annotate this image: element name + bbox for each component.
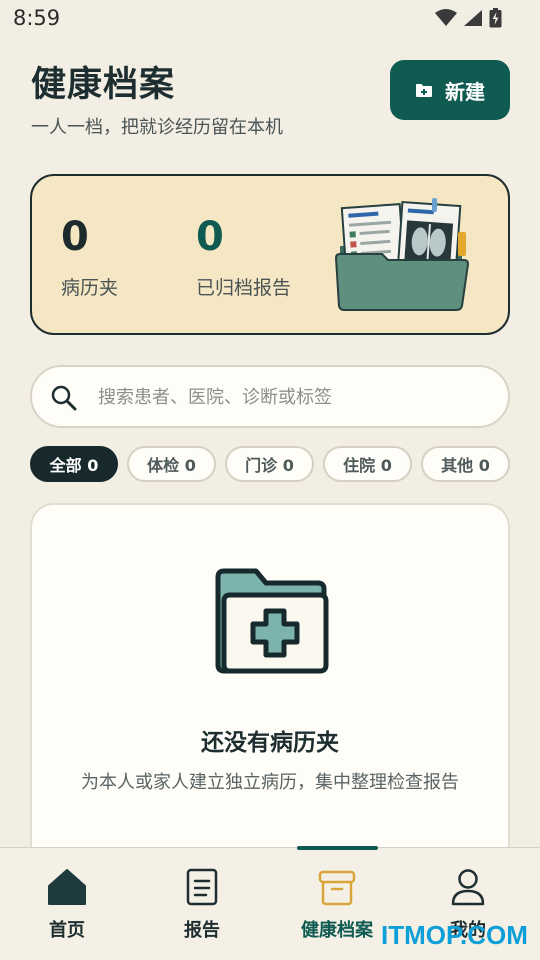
archived-label: 已归档报告 — [196, 277, 292, 299]
filter-chip-checkup[interactable]: 体检 0 — [127, 446, 216, 482]
battery-icon — [489, 8, 502, 28]
status-time: 8:59 — [13, 6, 61, 30]
search-icon — [51, 385, 77, 411]
filter-chip-other[interactable]: 其他 0 — [421, 446, 510, 482]
folders-count: 0 — [61, 214, 89, 260]
archived-count: 0 — [196, 214, 224, 260]
health-records-screen: 8:59 健康档案 一人一档，把就诊经历留在本机 新建 0 病历夹 0 已归档报… — [0, 0, 540, 960]
filter-chip-inpatient[interactable]: 住院 0 — [323, 446, 412, 482]
nav-label-reports: 报告 — [184, 920, 220, 941]
search-bar[interactable] — [30, 365, 510, 428]
wifi-icon — [435, 9, 457, 26]
summary-card: 0 病历夹 0 已归档报告 — [30, 174, 510, 335]
new-record-button-label: 新建 — [445, 79, 485, 104]
folder-add-icon — [416, 83, 432, 97]
nav-item-reports[interactable]: 报告 — [152, 866, 252, 946]
home-icon — [48, 869, 86, 905]
nav-label-home: 首页 — [49, 920, 85, 941]
empty-state-title: 还没有病历夹 — [201, 730, 339, 756]
nav-label-health-records: 健康档案 — [301, 920, 373, 941]
status-bar: 8:59 — [0, 0, 540, 38]
archive-box-icon — [318, 870, 356, 906]
page-title: 健康档案 — [31, 65, 176, 105]
cellular-signal-icon — [464, 10, 482, 26]
folders-label: 病历夹 — [61, 277, 119, 299]
medical-folder-icon — [215, 568, 329, 674]
new-record-button[interactable]: 新建 — [390, 60, 510, 120]
filter-chip-outpatient[interactable]: 门诊 0 — [225, 446, 314, 482]
page-subtitle: 一人一档，把就诊经历留在本机 — [31, 117, 283, 138]
user-icon — [451, 869, 485, 906]
filter-chip-all[interactable]: 全部 0 — [30, 446, 118, 482]
search-input[interactable] — [96, 381, 486, 413]
watermark: ITMOP.COM — [381, 920, 528, 950]
empty-state-description: 为本人或家人建立独立病历，集中整理检查报告 — [81, 772, 459, 793]
nav-item-health-records[interactable]: 健康档案 — [287, 866, 387, 946]
active-tab-indicator — [297, 846, 378, 850]
medical-folder-illustration — [334, 198, 470, 311]
nav-item-home[interactable]: 首页 — [17, 866, 117, 946]
status-icons — [435, 8, 502, 28]
document-icon — [186, 868, 218, 906]
